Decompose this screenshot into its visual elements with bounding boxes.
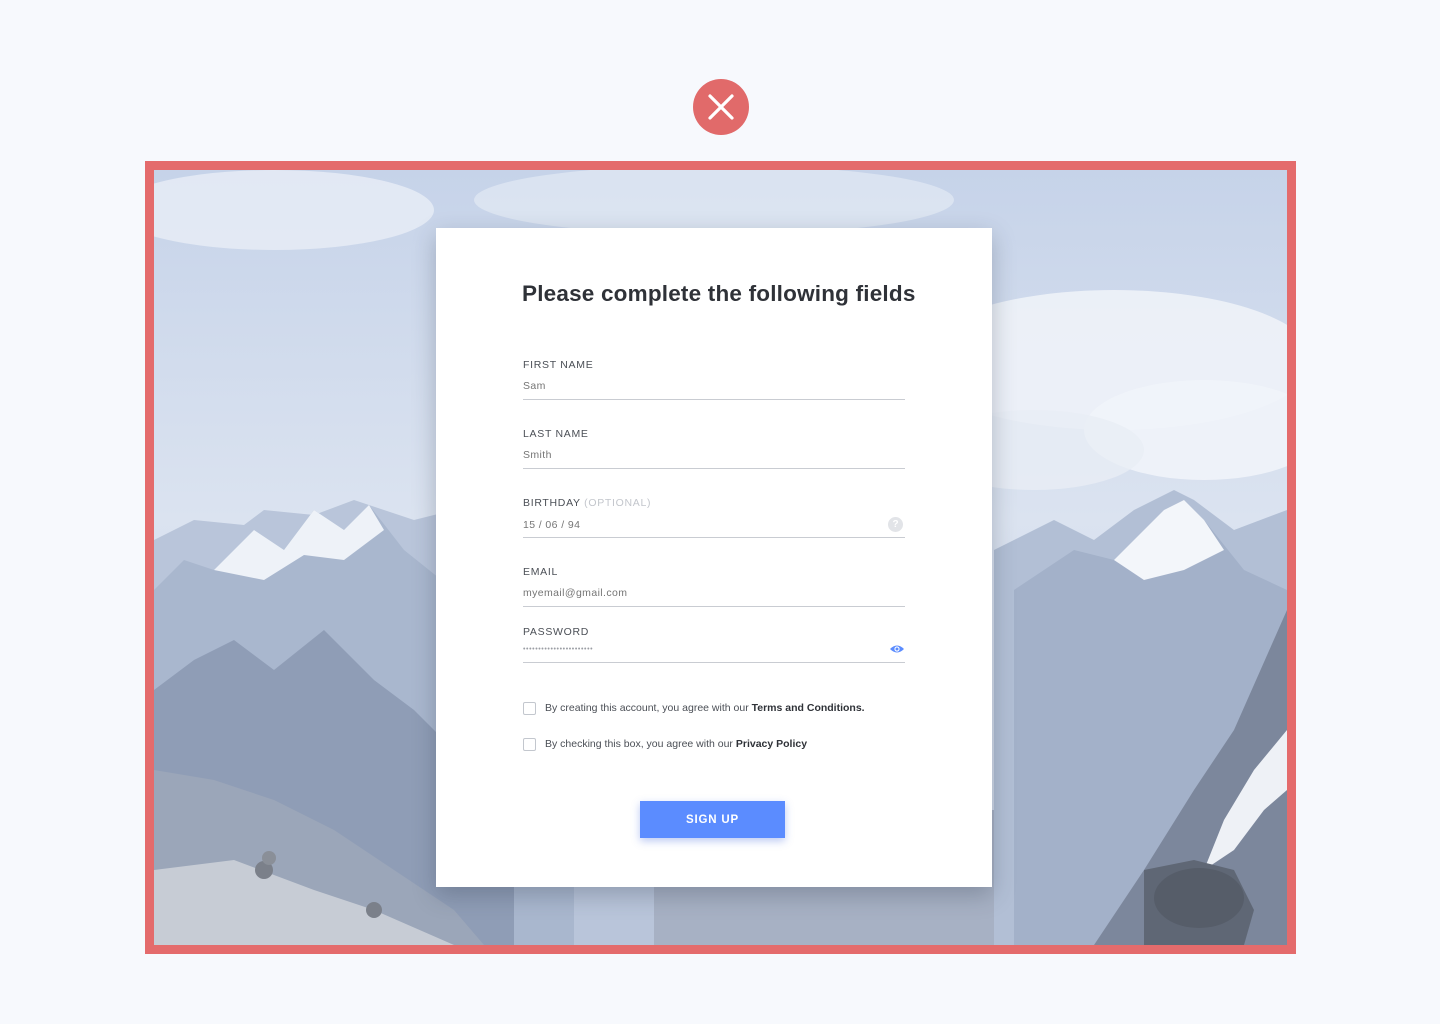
- optional-tag: (OPTIONAL): [584, 497, 652, 509]
- signup-form: Please complete the following fields FIR…: [436, 228, 992, 887]
- privacy-link[interactable]: Privacy Policy: [736, 738, 807, 750]
- error-frame: Please complete the following fields FIR…: [145, 161, 1296, 954]
- privacy-text: By checking this box, you agree with our: [545, 738, 736, 750]
- sign-up-button[interactable]: SIGN UP: [640, 801, 785, 838]
- privacy-checkbox[interactable]: [523, 737, 536, 751]
- eye-icon[interactable]: [889, 644, 905, 654]
- birthday-input[interactable]: [523, 518, 863, 532]
- first-name-label: FIRST NAME: [523, 359, 594, 371]
- last-name-input[interactable]: [523, 448, 863, 462]
- close-icon: [693, 79, 749, 135]
- help-icon[interactable]: ?: [888, 517, 903, 532]
- last-name-label: LAST NAME: [523, 428, 589, 440]
- privacy-row: By checking this box, you agree with our…: [523, 736, 807, 752]
- last-name-field: LAST NAME: [523, 428, 905, 469]
- form-title: Please complete the following fields: [522, 281, 916, 306]
- password-input[interactable]: [523, 642, 863, 656]
- password-label: PASSWORD: [523, 626, 590, 638]
- terms-text: By creating this account, you agree with…: [545, 702, 752, 714]
- email-label: EMAIL: [523, 566, 559, 578]
- birthday-label: BIRTHDAY: [523, 497, 581, 509]
- email-field: EMAIL: [523, 566, 905, 607]
- email-input[interactable]: [523, 586, 863, 600]
- password-field: PASSWORD: [523, 626, 905, 663]
- first-name-input[interactable]: [523, 379, 863, 393]
- first-name-field: FIRST NAME: [523, 359, 905, 400]
- terms-link[interactable]: Terms and Conditions.: [752, 702, 865, 714]
- terms-row: By creating this account, you agree with…: [523, 700, 865, 716]
- terms-text-wrap: By creating this account, you agree with…: [545, 702, 865, 714]
- terms-checkbox[interactable]: [523, 701, 536, 715]
- birthday-label-wrap: BIRTHDAY (OPTIONAL): [523, 497, 651, 509]
- birthday-field: BIRTHDAY (OPTIONAL) ?: [523, 497, 905, 538]
- privacy-text-wrap: By checking this box, you agree with our…: [545, 738, 807, 750]
